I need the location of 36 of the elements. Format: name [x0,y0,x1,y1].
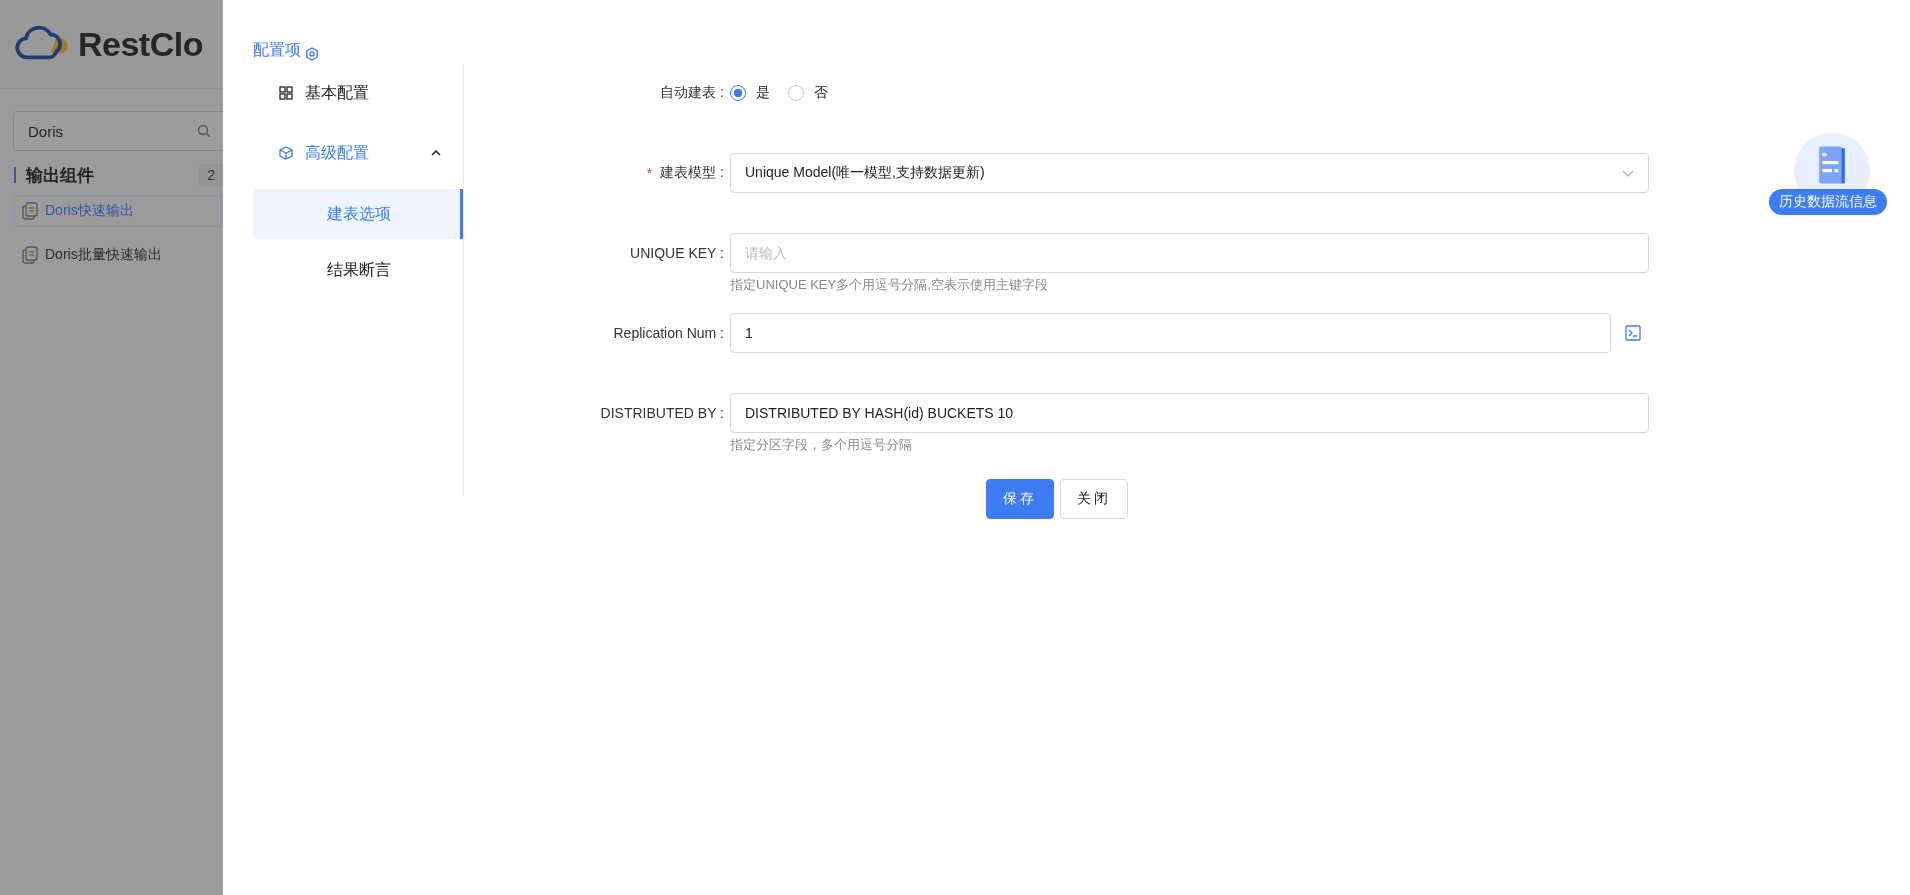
input-field[interactable]: DISTRIBUTED BY HASH(id) BUCKETS 10 [730,393,1649,433]
terminal-icon[interactable] [1625,325,1641,341]
radio-option[interactable]: 否 [788,84,828,102]
count-badge: 2 [199,164,223,186]
search-field[interactable]: Doris [13,111,223,151]
search-icon [197,124,211,138]
component-item[interactable]: Doris批量快速输出 [14,239,223,271]
document-icon [1816,145,1848,185]
field-label: Replication Num : [613,325,724,341]
menu-item[interactable]: 高级配置 [253,123,463,183]
logo-text: RestClo [78,24,203,64]
cube-icon [279,146,293,160]
field-label: UNIQUE KEY : [630,245,724,261]
save-button[interactable]: 保存 [985,479,1054,519]
field-label: 建表模型 : [660,164,724,182]
required-mark: * [646,165,653,181]
hint-text: 指定UNIQUE KEY多个用逗号分隔,空表示使用主键字段 [730,276,1048,294]
radio-option[interactable]: 是 [730,84,770,102]
select-field[interactable]: Unique Model(唯一模型,支持数据更新) [730,153,1649,193]
field-label: 自动建表 : [660,84,724,102]
field-label: DISTRIBUTED BY : [600,405,724,421]
input-field[interactable]: 请输入 [730,233,1649,273]
document-icon [21,202,39,220]
drawer-title: 配置项 [253,40,301,60]
dropdown-caret-icon [1622,169,1634,177]
menu-item[interactable]: 基本配置 [253,63,463,123]
input-field[interactable]: 1 [730,313,1611,353]
submenu-item[interactable]: 结果断言 [253,245,463,295]
document-icon [21,246,39,264]
history-badge[interactable]: 历史数据流信息 [1769,189,1887,215]
close-button[interactable]: 关闭 [1059,479,1128,519]
grid-icon [279,86,293,100]
submenu-item[interactable]: 建表选项 [253,189,463,239]
hint-text: 指定分区字段，多个用逗号分隔 [730,436,912,454]
section-title: 输出组件 [26,164,94,187]
settings-icon [305,47,319,61]
